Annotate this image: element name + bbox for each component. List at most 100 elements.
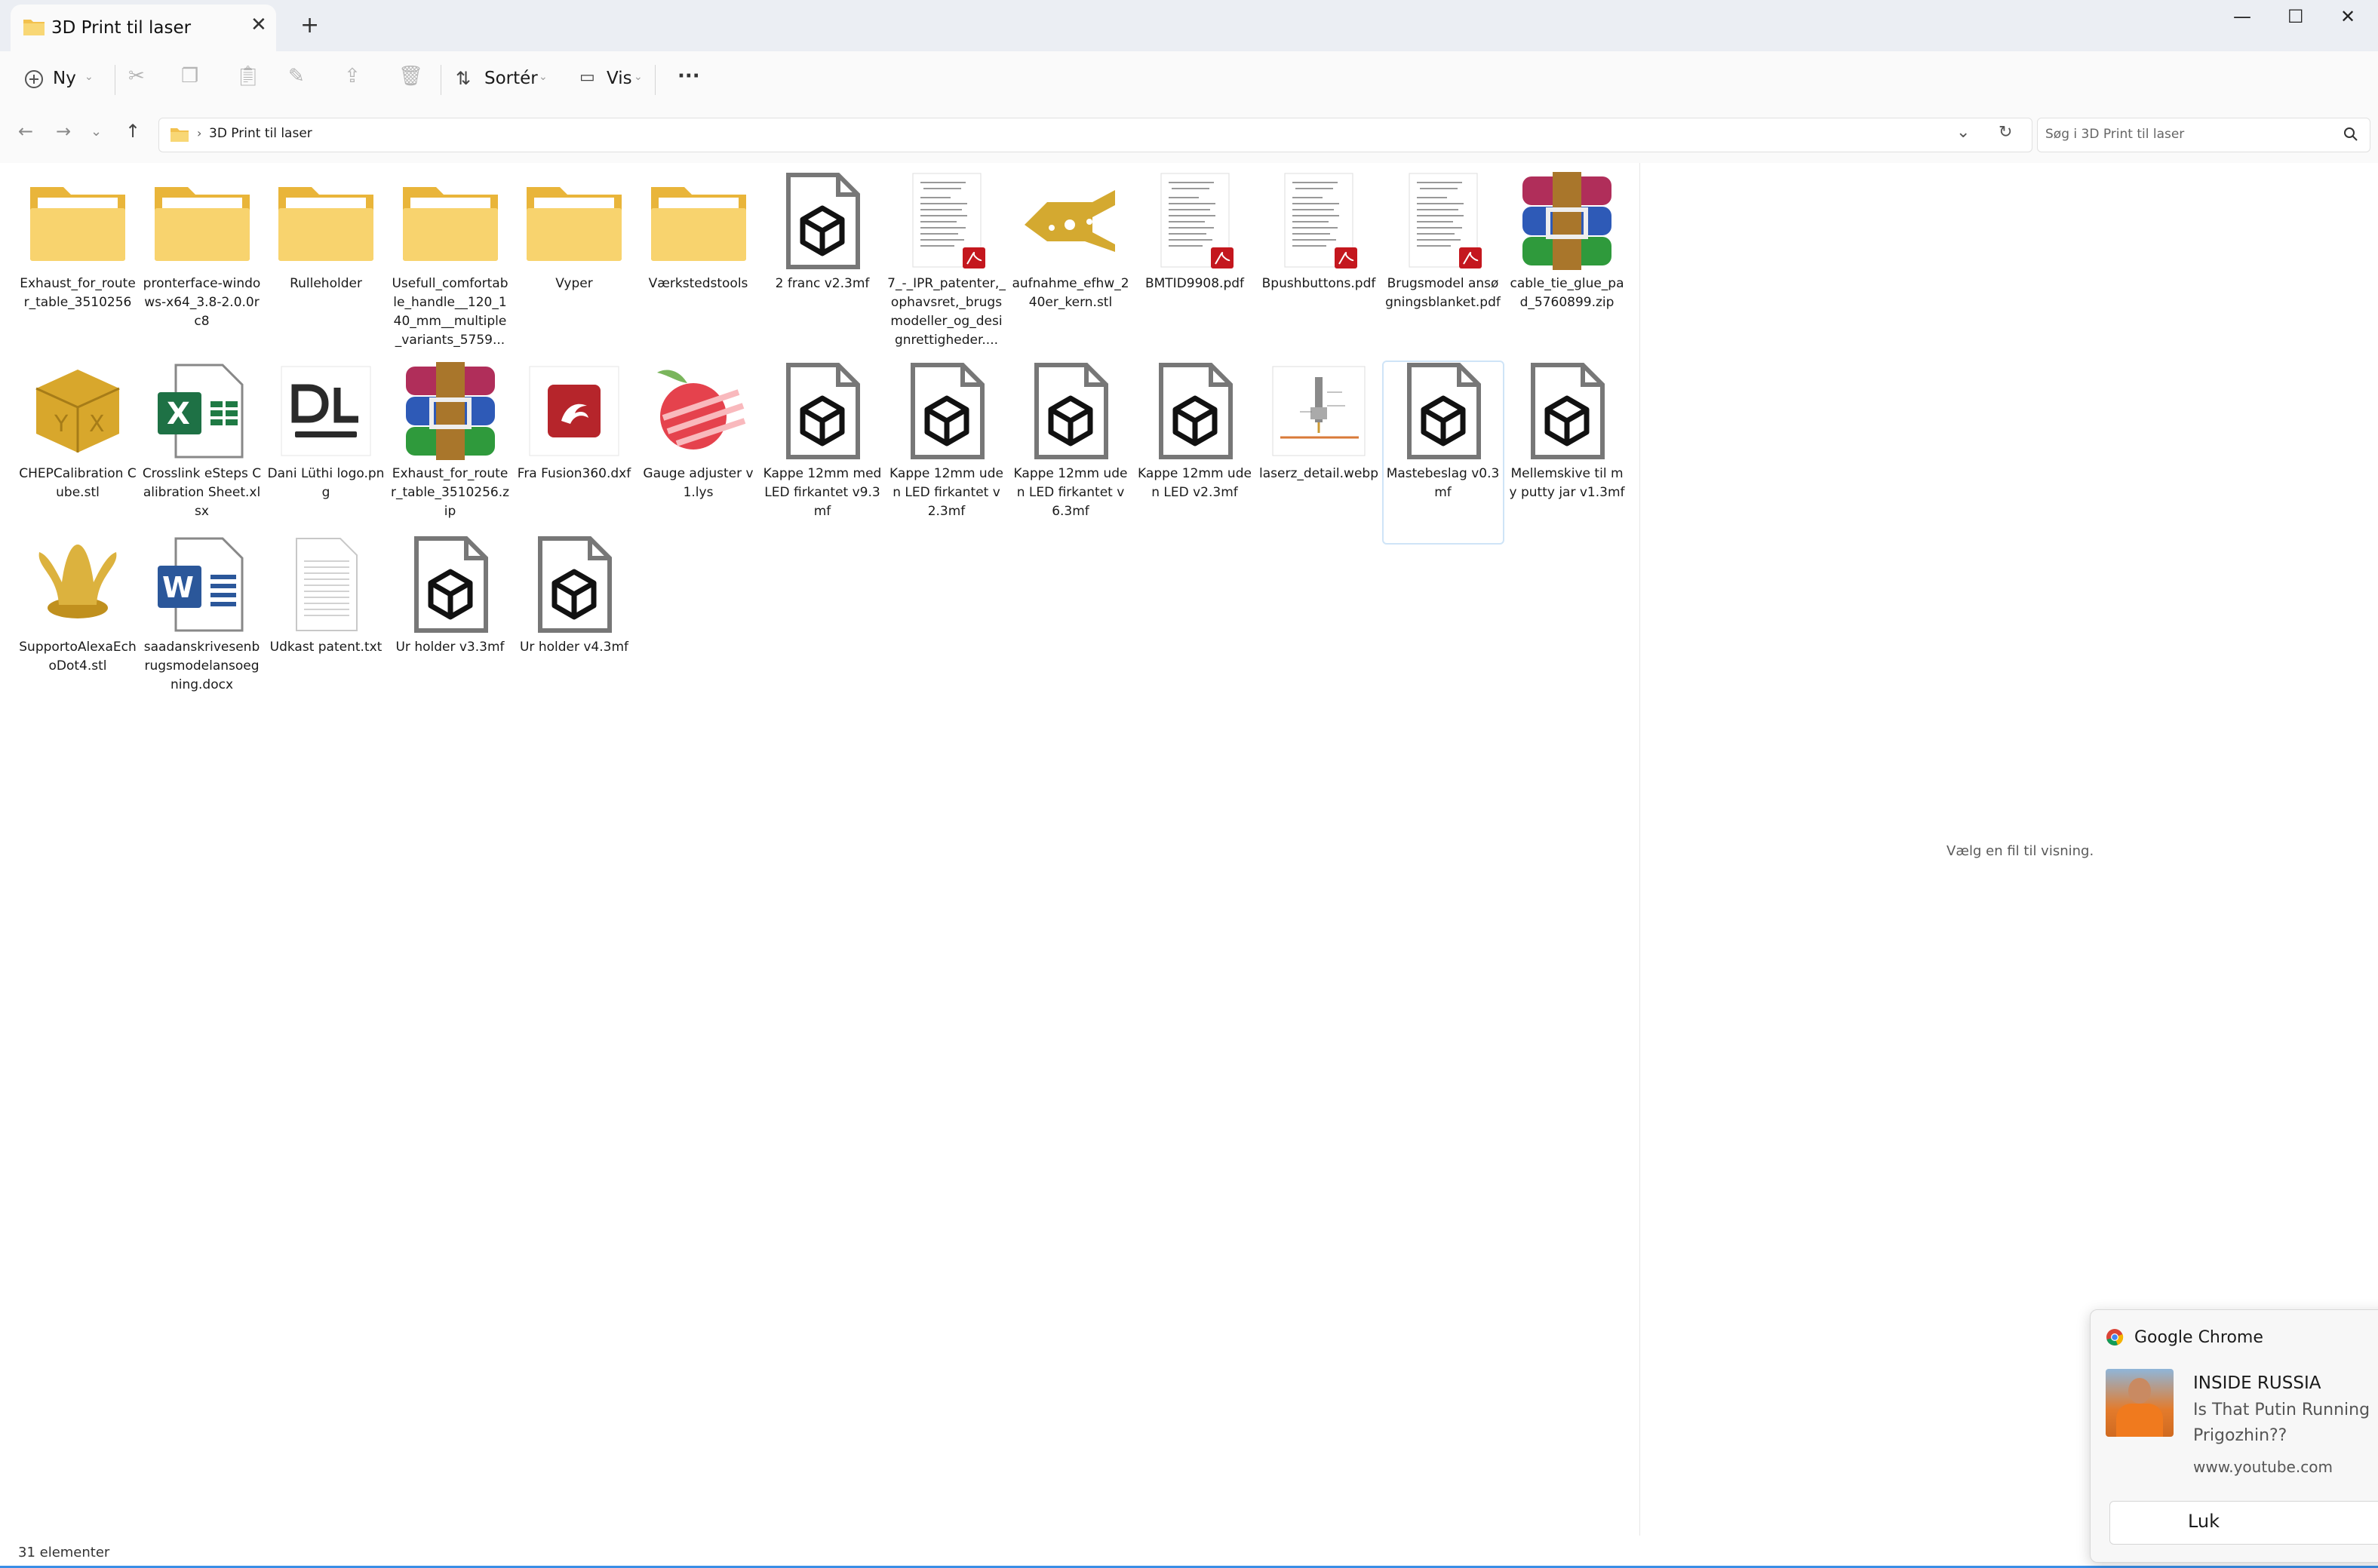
- file-name: cable_tie_glue_pad_5760899.zip: [1510, 276, 1624, 310]
- archive-file-icon: [1518, 172, 1616, 270]
- folder-icon: [29, 172, 127, 270]
- file-name: SupportoAlexaEchoDot4.stl: [19, 640, 137, 674]
- image-thumbnail: [1270, 362, 1368, 460]
- file-item[interactable]: Ur holder v3.3mf: [391, 535, 510, 716]
- lightburn-file-icon: [650, 362, 748, 460]
- file-name: CHEPCalibration Cube.stl: [19, 466, 137, 500]
- pdf-file-icon: [898, 172, 996, 270]
- toast-title: INSIDE RUSSIA: [2193, 1373, 2321, 1393]
- file-name: Dani Lüthi logo.png: [267, 466, 385, 500]
- file-item[interactable]: Brugsmodel ansøgningsblanket.pdf: [1384, 172, 1503, 353]
- file-item[interactable]: Exhaust_for_router_table_3510256.zip: [391, 362, 510, 543]
- dxf-file-icon: [525, 362, 623, 460]
- file-item[interactable]: 7_-_IPR_patenter,_ophavsret,_brugsmodell…: [887, 172, 1006, 353]
- file-item[interactable]: laserz_detail.webp: [1259, 362, 1378, 543]
- file-name: Gauge adjuster v1.lys: [643, 466, 754, 500]
- folder-icon: [401, 172, 499, 270]
- 3mf-file-icon: [1022, 362, 1120, 460]
- preview-divider: [1639, 163, 1640, 1536]
- file-name: Mastebeslag v0.3mf: [1386, 466, 1500, 500]
- file-item[interactable]: BMTID9908.pdf: [1135, 172, 1255, 353]
- search-input[interactable]: Søg i 3D Print til laser: [2037, 118, 2370, 152]
- file-item[interactable]: Kappe 12mm uden LED firkantet v6.3mf: [1011, 362, 1130, 543]
- toast-body: Is That Putin Running Prigozhin??: [2193, 1401, 2370, 1445]
- pdf-file-icon: [1270, 172, 1368, 270]
- 3mf-file-icon: [1394, 362, 1492, 460]
- file-item[interactable]: Mastebeslag v0.3mf: [1381, 361, 1504, 545]
- folder-icon: [277, 172, 375, 270]
- 3mf-file-icon: [773, 362, 871, 460]
- folder-icon: [153, 172, 251, 270]
- preview-message: Vælg en fil til visning.: [1946, 843, 2094, 859]
- file-name: Kappe 12mm uden LED v2.3mf: [1138, 466, 1252, 500]
- svg-text:X: X: [89, 411, 105, 437]
- chrome-icon: [2106, 1329, 2124, 1346]
- close-notification-label: Luk: [2187, 1511, 2220, 1532]
- file-name: laserz_detail.webp: [1259, 466, 1378, 481]
- file-name: Værkstedstools: [648, 276, 748, 291]
- file-item[interactable]: Fra Fusion360.dxf: [515, 362, 634, 543]
- file-item[interactable]: Wsaadanskrivesenbrugsmodelansoegning.doc…: [143, 535, 262, 716]
- file-name: Udkast patent.txt: [269, 640, 383, 655]
- maximize-button[interactable]: ☐: [2287, 6, 2304, 27]
- file-name: BMTID9908.pdf: [1144, 276, 1245, 291]
- toast-app-name: Google Chrome: [2134, 1328, 2263, 1347]
- file-item[interactable]: Exhaust_for_router_table_3510256: [18, 172, 137, 353]
- file-item[interactable]: Kappe 12mm uden LED firkantet v2.3mf: [887, 362, 1006, 543]
- pdf-file-icon: [1146, 172, 1244, 270]
- file-item[interactable]: Udkast patent.txt: [266, 535, 386, 716]
- stl-model-thumbnail: YX: [29, 362, 127, 460]
- file-item[interactable]: 2 franc v2.3mf: [763, 172, 882, 353]
- 3mf-file-icon: [898, 362, 996, 460]
- file-name: saadanskrivesenbrugsmodelansoegning.docx: [143, 640, 260, 692]
- text-file-icon: [277, 535, 375, 634]
- svg-text:X: X: [167, 397, 190, 431]
- search-icon[interactable]: [2343, 126, 2359, 143]
- file-item[interactable]: Kappe 12mm med LED firkantet v9.3mf: [763, 362, 882, 543]
- file-name: pronterface-windows-x64_3.8-2.0.0rc8: [143, 276, 261, 329]
- folder-icon: [525, 172, 623, 270]
- file-name: Mellemskive til my putty jar v1.3mf: [1509, 466, 1625, 500]
- file-item[interactable]: pronterface-windows-x64_3.8-2.0.0rc8: [143, 172, 262, 353]
- refresh-icon[interactable]: ↻: [1999, 123, 2012, 142]
- file-item[interactable]: Dani Lüthi logo.png: [266, 362, 386, 543]
- 3mf-file-icon: [1146, 362, 1244, 460]
- file-item[interactable]: cable_tie_glue_pad_5760899.zip: [1507, 172, 1627, 353]
- file-item[interactable]: Usefull_comfortable_handle__120_140_mm__…: [391, 172, 510, 353]
- avatar: [2106, 1369, 2174, 1437]
- file-item[interactable]: Værkstedstools: [639, 172, 758, 353]
- stl-model-thumbnail: [29, 535, 127, 634]
- archive-file-icon: [401, 362, 499, 460]
- file-name: Kappe 12mm uden LED firkantet v6.3mf: [1013, 466, 1128, 519]
- file-name: Fra Fusion360.dxf: [517, 466, 631, 481]
- file-name: Usefull_comfortable_handle__120_140_mm__…: [392, 276, 508, 348]
- file-name: Ur holder v4.3mf: [519, 640, 629, 655]
- file-item[interactable]: aufnahme_efhw_240er_kern.stl: [1011, 172, 1130, 353]
- file-grid: Exhaust_for_router_table_3510256 pronterf…: [0, 0, 1630, 1508]
- file-name: Kappe 12mm med LED firkantet v9.3mf: [763, 466, 882, 519]
- file-item[interactable]: Ur holder v4.3mf: [515, 535, 634, 716]
- file-item[interactable]: Mellemskive til my putty jar v1.3mf: [1507, 362, 1627, 543]
- close-notification-button[interactable]: Luk: [2109, 1501, 2378, 1545]
- file-item[interactable]: Vyper: [515, 172, 634, 353]
- 3mf-file-icon: [401, 535, 499, 634]
- file-name: Exhaust_for_router_table_3510256.zip: [390, 466, 510, 519]
- file-name: Ur holder v3.3mf: [395, 640, 505, 655]
- file-item[interactable]: SupportoAlexaEchoDot4.stl: [18, 535, 137, 716]
- file-item[interactable]: X Crosslink eSteps Calibration Sheet.xlsx: [143, 362, 262, 543]
- status-item-count: 31 elementer: [18, 1545, 110, 1560]
- minimize-button[interactable]: —: [2233, 6, 2251, 27]
- file-item[interactable]: Y X CHEPCalibration Cube.stl: [18, 362, 137, 543]
- folder-icon: [650, 172, 748, 270]
- svg-text:Y: Y: [54, 411, 69, 437]
- file-item[interactable]: Bpushbuttons.pdf: [1259, 172, 1378, 353]
- file-item[interactable]: Rulleholder: [266, 172, 386, 353]
- file-item[interactable]: Kappe 12mm uden LED v2.3mf: [1135, 362, 1255, 543]
- close-window-button[interactable]: ✕: [2340, 6, 2355, 27]
- file-name: 7_-_IPR_patenter,_ophavsret,_brugsmodell…: [887, 276, 1006, 348]
- word-file-icon: W: [153, 535, 251, 634]
- file-item[interactable]: Gauge adjuster v1.lys: [639, 362, 758, 543]
- address-dropdown-icon[interactable]: ⌄: [1956, 123, 1970, 142]
- 3mf-file-icon: [525, 535, 623, 634]
- 3mf-file-icon: [773, 172, 871, 270]
